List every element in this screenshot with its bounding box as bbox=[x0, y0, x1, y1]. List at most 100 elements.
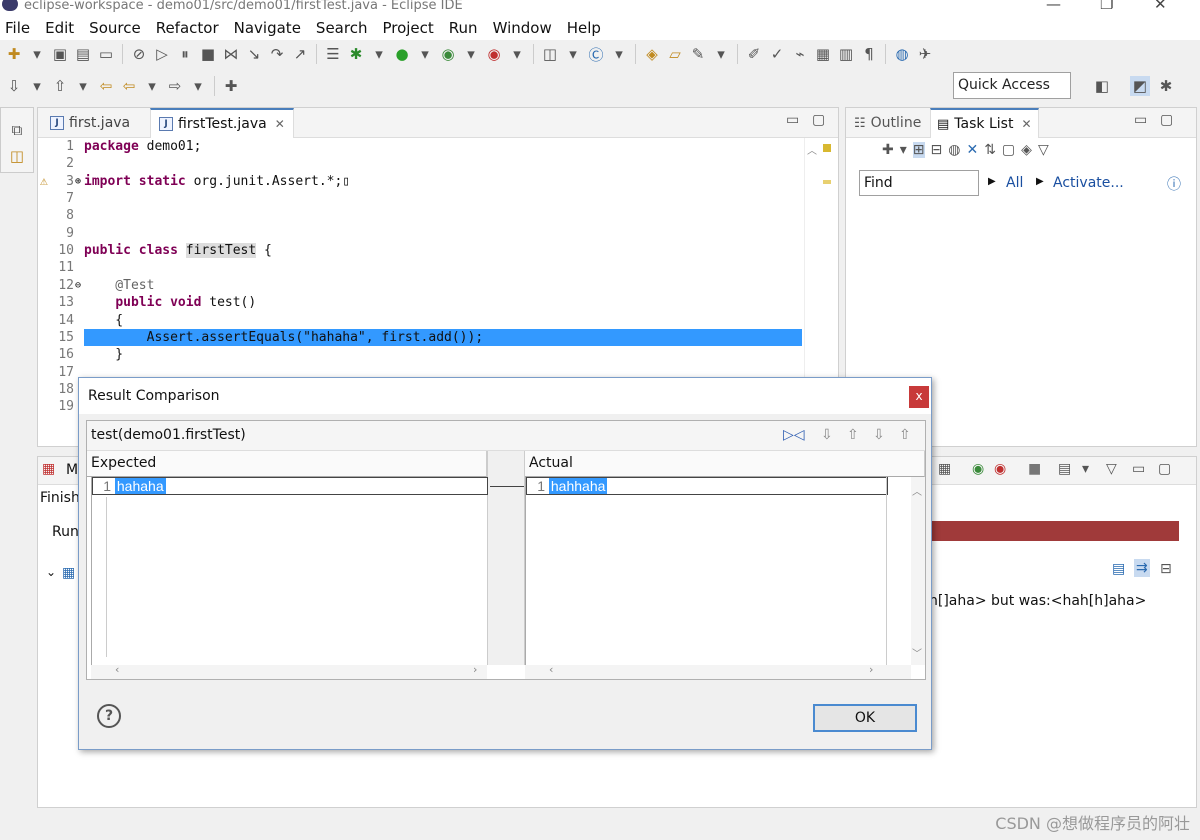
help-icon[interactable]: ? bbox=[97, 704, 121, 728]
ok-button[interactable]: OK bbox=[813, 704, 917, 732]
close-window-button[interactable]: ✕ bbox=[1154, 0, 1167, 12]
history-icon[interactable]: ▦ bbox=[938, 461, 951, 477]
menu-help[interactable]: Help bbox=[567, 19, 601, 37]
save-icon[interactable]: ▣ bbox=[50, 44, 70, 64]
debug-perspective-icon[interactable]: ✱ bbox=[1156, 76, 1176, 96]
maximize-icon[interactable]: ▢ bbox=[1158, 461, 1171, 477]
next-change-icon[interactable]: ⇩ bbox=[873, 421, 885, 449]
new-class-icon[interactable]: Ⓒ bbox=[586, 44, 606, 64]
dropdown-icon[interactable]: ▾ bbox=[461, 44, 481, 64]
expected-pane[interactable]: 1 hahaha bbox=[91, 477, 488, 665]
focus-icon[interactable]: ◈ bbox=[1021, 142, 1032, 158]
dropdown-icon[interactable]: ▾ bbox=[369, 44, 389, 64]
debug-icon[interactable]: ✱ bbox=[346, 44, 366, 64]
scroll-left-icon[interactable]: ‹ bbox=[115, 663, 119, 676]
view-menu-icon[interactable]: ▽ bbox=[1038, 142, 1049, 158]
find-input[interactable]: Find bbox=[859, 170, 979, 196]
rerun-failed-icon[interactable]: ◉ bbox=[994, 461, 1006, 477]
collapse-icon[interactable]: ✕ bbox=[966, 142, 978, 158]
external-tools-icon[interactable]: ◉ bbox=[484, 44, 504, 64]
dropdown-icon[interactable]: ▾ bbox=[27, 76, 47, 96]
all-link[interactable]: All bbox=[1006, 175, 1023, 191]
close-tab-icon[interactable]: ✕ bbox=[275, 117, 285, 131]
fold-collapse-icon[interactable]: ⊖ bbox=[75, 277, 81, 294]
dropdown-icon[interactable]: ▾ bbox=[415, 44, 435, 64]
toggle-mark-icon[interactable]: ✐ bbox=[744, 44, 764, 64]
menu-project[interactable]: Project bbox=[382, 19, 433, 37]
expand-all-icon[interactable]: ▢ bbox=[1002, 142, 1015, 158]
scroll-up-icon[interactable]: ︿ bbox=[912, 483, 922, 498]
tab-outline[interactable]: ☷ Outline bbox=[850, 108, 925, 138]
menu-run[interactable]: Run bbox=[449, 19, 478, 37]
tab-first-java[interactable]: J first.java bbox=[44, 108, 136, 138]
compare-results-icon[interactable]: ⇉ bbox=[1134, 559, 1150, 577]
pin-editor-icon[interactable]: ✚ bbox=[221, 76, 241, 96]
close-tab-icon[interactable]: ✕ bbox=[1021, 117, 1031, 131]
previous-annotation-icon[interactable]: ⇧ bbox=[50, 76, 70, 96]
activate-link[interactable]: Activate... bbox=[1053, 175, 1124, 191]
minimize-button[interactable]: — bbox=[1046, 0, 1061, 12]
dropdown-icon[interactable]: ▾ bbox=[711, 44, 731, 64]
step-into-icon[interactable]: ↘ bbox=[244, 44, 264, 64]
expand-tree-icon[interactable]: ⌄ bbox=[46, 565, 56, 579]
previous-difference-icon[interactable]: ⇧ bbox=[847, 421, 859, 449]
code-area[interactable]: 1 package demo01; 2 ⚠ 3 ⊕ import static org.… bbox=[38, 138, 804, 416]
globe-icon[interactable]: ◍ bbox=[892, 44, 912, 64]
dropdown-icon[interactable]: ▾ bbox=[563, 44, 583, 64]
forward-icon[interactable]: ⇨ bbox=[165, 76, 185, 96]
coverage-icon[interactable]: ◉ bbox=[438, 44, 458, 64]
maximize-icon[interactable]: ▢ bbox=[1160, 112, 1173, 128]
dropdown-icon[interactable]: ▾ bbox=[188, 76, 208, 96]
rerun-icon[interactable]: ◉ bbox=[972, 461, 984, 477]
ignore-whitespace-icon[interactable]: ▷◁ bbox=[783, 421, 805, 449]
resume-icon[interactable]: ▷ bbox=[152, 44, 172, 64]
package-explorer-icon[interactable]: ◫ bbox=[7, 146, 27, 166]
actual-horizontal-scrollbar[interactable]: ‹ › bbox=[525, 663, 911, 679]
dropdown-icon[interactable]: ▾ bbox=[609, 44, 629, 64]
minimize-icon[interactable]: ▭ bbox=[1132, 461, 1145, 477]
restore-icon[interactable]: ⧉ bbox=[7, 120, 27, 140]
menu-navigate[interactable]: Navigate bbox=[234, 19, 301, 37]
next-difference-icon[interactable]: ⇩ bbox=[821, 421, 833, 449]
vertical-scrollbar[interactable]: ︿ ﹀ bbox=[911, 477, 925, 665]
menu-refactor[interactable]: Refactor bbox=[156, 19, 219, 37]
annotation-marker[interactable] bbox=[823, 180, 831, 184]
test-history-icon[interactable]: ▤ bbox=[1058, 461, 1071, 477]
hide-completed-icon[interactable]: ◍ bbox=[948, 142, 960, 158]
last-edit-icon[interactable]: ⇦ bbox=[96, 76, 116, 96]
search-icon[interactable]: ✎ bbox=[688, 44, 708, 64]
open-type-icon[interactable]: ◈ bbox=[642, 44, 662, 64]
open-perspective-icon[interactable]: ◧ bbox=[1092, 76, 1112, 96]
minimize-icon[interactable]: ▭ bbox=[1134, 112, 1147, 128]
copy-trace-icon[interactable]: ⊟ bbox=[1160, 561, 1172, 577]
actual-pane[interactable]: 1 hahhaha bbox=[525, 477, 911, 665]
scroll-right-icon[interactable]: › bbox=[869, 663, 873, 676]
fold-expand-icon[interactable]: ⊕ bbox=[75, 173, 81, 190]
quick-access-input[interactable]: Quick Access bbox=[953, 72, 1071, 99]
maximize-button[interactable]: ❐ bbox=[1100, 0, 1113, 12]
console-icon[interactable]: ▭ bbox=[96, 44, 116, 64]
java-perspective-icon[interactable]: ◩ bbox=[1130, 76, 1150, 96]
previous-change-icon[interactable]: ⇧ bbox=[899, 421, 911, 449]
scroll-down-icon[interactable]: ﹀ bbox=[912, 645, 922, 660]
warning-marker[interactable] bbox=[823, 144, 831, 152]
scheduled-icon[interactable]: ⊟ bbox=[931, 142, 943, 158]
view-menu-icon[interactable]: ▽ bbox=[1106, 461, 1117, 477]
menu-window[interactable]: Window bbox=[493, 19, 552, 37]
disconnect-icon[interactable]: ⋈ bbox=[221, 44, 241, 64]
new-icon[interactable]: ✚ bbox=[4, 44, 24, 64]
pilcrow-icon[interactable]: ¶ bbox=[859, 44, 879, 64]
terminate-icon[interactable]: ■ bbox=[198, 44, 218, 64]
scroll-left-icon[interactable]: ‹ bbox=[549, 663, 553, 676]
dropdown-icon[interactable]: ▾ bbox=[142, 76, 162, 96]
next-annotation-icon[interactable]: ⇩ bbox=[4, 76, 24, 96]
open-folder-icon[interactable]: ▱ bbox=[665, 44, 685, 64]
back-icon[interactable]: ⇦ bbox=[119, 76, 139, 96]
open-task-icon[interactable]: ☰ bbox=[323, 44, 343, 64]
block-select-icon[interactable]: ▦ bbox=[813, 44, 833, 64]
menu-search[interactable]: Search bbox=[316, 19, 368, 37]
suspend-icon[interactable]: ⏸ bbox=[175, 44, 195, 64]
stop-icon[interactable]: ■ bbox=[1028, 461, 1041, 477]
minimize-icon[interactable]: ▭ bbox=[786, 112, 799, 128]
help-icon[interactable]: ⓘ bbox=[1167, 174, 1181, 194]
